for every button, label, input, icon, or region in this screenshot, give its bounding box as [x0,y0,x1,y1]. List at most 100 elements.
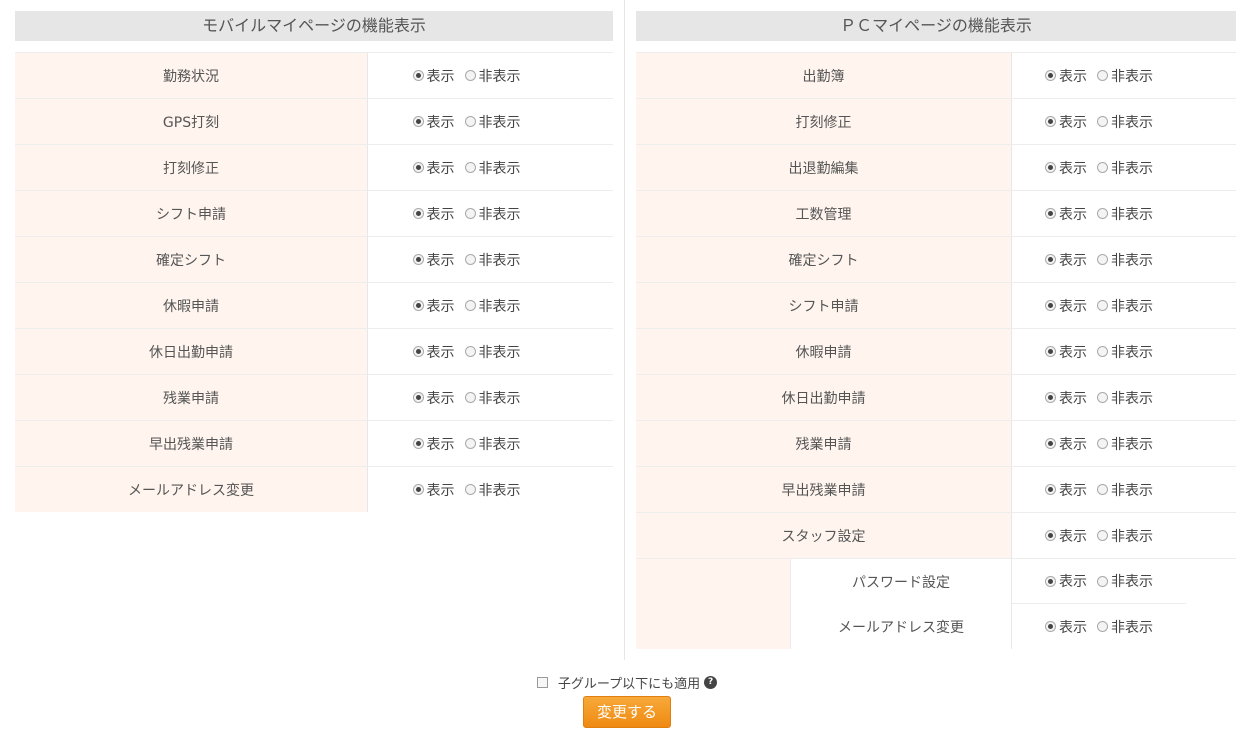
radio-circle-icon[interactable] [1045,300,1056,311]
radio-circle-icon[interactable] [1045,438,1056,449]
radio-circle-icon[interactable] [412,392,424,403]
radio-label[interactable]: 非表示 [479,112,521,132]
pc-show-radio[interactable]: 表示 [1045,434,1087,454]
radio-label[interactable]: 非表示 [1111,617,1153,637]
radio-label[interactable]: 表示 [427,480,455,500]
mobile-hide-radio[interactable]: 非表示 [464,480,521,500]
radio-circle-icon[interactable] [412,254,424,265]
radio-circle-icon[interactable] [412,346,424,357]
radio-label[interactable]: 非表示 [1111,66,1153,86]
radio-label[interactable]: 非表示 [479,250,521,270]
pc-hide-radio[interactable]: 非表示 [1097,434,1153,454]
radio-circle-icon[interactable] [1045,208,1056,219]
radio-label[interactable]: 表示 [1059,296,1087,316]
radio-label[interactable]: 表示 [1059,342,1087,362]
radio-label[interactable]: 非表示 [1111,526,1153,546]
radio-label[interactable]: 表示 [1059,204,1087,224]
radio-circle-icon[interactable] [1097,70,1108,81]
radio-label[interactable]: 表示 [1059,480,1087,500]
pc-show-radio[interactable]: 表示 [1045,342,1087,362]
radio-label[interactable]: 表示 [427,342,455,362]
radio-circle-icon[interactable] [412,116,424,127]
submit-change-button[interactable]: 変更する [582,696,671,728]
radio-circle-icon[interactable] [1097,208,1108,219]
radio-label[interactable]: 非表示 [1111,158,1153,178]
radio-circle-icon[interactable] [464,484,476,495]
radio-circle-icon[interactable] [412,438,424,449]
radio-circle-icon[interactable] [464,208,476,219]
mobile-hide-radio[interactable]: 非表示 [464,112,521,132]
radio-circle-icon[interactable] [464,300,476,311]
radio-circle-icon[interactable] [1045,530,1056,541]
radio-label[interactable]: 非表示 [1111,342,1153,362]
pc-show-radio[interactable]: 表示 [1045,617,1087,637]
radio-circle-icon[interactable] [1045,254,1056,265]
radio-circle-icon[interactable] [412,70,424,81]
mobile-show-radio[interactable]: 表示 [412,296,455,316]
radio-label[interactable]: 非表示 [1111,480,1153,500]
radio-circle-icon[interactable] [412,300,424,311]
mobile-show-radio[interactable]: 表示 [412,480,455,500]
pc-hide-radio[interactable]: 非表示 [1097,388,1153,408]
radio-circle-icon[interactable] [1097,484,1108,495]
radio-label[interactable]: 非表示 [1111,434,1153,454]
radio-circle-icon[interactable] [1097,116,1108,127]
radio-circle-icon[interactable] [1097,575,1108,587]
mobile-show-radio[interactable]: 表示 [412,66,455,86]
radio-label[interactable]: 非表示 [479,434,521,454]
pc-hide-radio[interactable]: 非表示 [1097,526,1153,546]
pc-show-radio[interactable]: 表示 [1045,204,1087,224]
radio-circle-icon[interactable] [464,392,476,403]
radio-label[interactable]: 非表示 [479,480,521,500]
radio-circle-icon[interactable] [1097,300,1108,311]
radio-circle-icon[interactable] [1045,70,1056,81]
pc-show-radio[interactable]: 表示 [1045,112,1087,132]
radio-label[interactable]: 非表示 [479,388,521,408]
radio-label[interactable]: 表示 [427,296,455,316]
mobile-hide-radio[interactable]: 非表示 [464,66,521,86]
radio-circle-icon[interactable] [1045,575,1056,587]
radio-label[interactable]: 表示 [427,388,455,408]
radio-label[interactable]: 表示 [1059,250,1087,270]
pc-show-radio[interactable]: 表示 [1045,250,1087,270]
mobile-hide-radio[interactable]: 非表示 [464,250,521,270]
radio-circle-icon[interactable] [1097,621,1108,632]
pc-hide-radio[interactable]: 非表示 [1097,204,1153,224]
radio-label[interactable]: 非表示 [1111,388,1153,408]
pc-hide-radio[interactable]: 非表示 [1097,66,1153,86]
radio-circle-icon[interactable] [1097,254,1108,265]
help-icon[interactable]: ? [704,675,718,689]
radio-label[interactable]: 非表示 [479,158,521,178]
mobile-show-radio[interactable]: 表示 [412,112,455,132]
radio-circle-icon[interactable] [464,116,476,127]
pc-hide-radio[interactable]: 非表示 [1097,571,1153,591]
radio-label[interactable]: 表示 [1059,158,1087,178]
mobile-hide-radio[interactable]: 非表示 [464,342,521,362]
apply-to-children-checkbox[interactable] [536,676,548,688]
radio-label[interactable]: 表示 [1059,388,1087,408]
pc-show-radio[interactable]: 表示 [1045,571,1087,591]
radio-label[interactable]: 表示 [427,112,455,132]
mobile-show-radio[interactable]: 表示 [412,250,455,270]
pc-hide-radio[interactable]: 非表示 [1097,480,1153,500]
pc-hide-radio[interactable]: 非表示 [1097,342,1153,362]
radio-label[interactable]: 表示 [1059,617,1087,637]
radio-label[interactable]: 非表示 [479,66,521,86]
pc-show-radio[interactable]: 表示 [1045,296,1087,316]
radio-circle-icon[interactable] [464,346,476,357]
radio-circle-icon[interactable] [464,254,476,265]
radio-label[interactable]: 表示 [427,250,455,270]
radio-label[interactable]: 表示 [1059,434,1087,454]
radio-label[interactable]: 表示 [1059,112,1087,132]
radio-label[interactable]: 非表示 [1111,296,1153,316]
radio-circle-icon[interactable] [412,484,424,495]
pc-hide-radio[interactable]: 非表示 [1097,617,1153,637]
radio-label[interactable]: 表示 [427,158,455,178]
pc-show-radio[interactable]: 表示 [1045,66,1087,86]
radio-label[interactable]: 非表示 [479,296,521,316]
pc-show-radio[interactable]: 表示 [1045,526,1087,546]
radio-label[interactable]: 非表示 [1111,571,1153,591]
radio-label[interactable]: 非表示 [479,204,521,224]
radio-label[interactable]: 表示 [427,434,455,454]
radio-label[interactable]: 非表示 [1111,112,1153,132]
